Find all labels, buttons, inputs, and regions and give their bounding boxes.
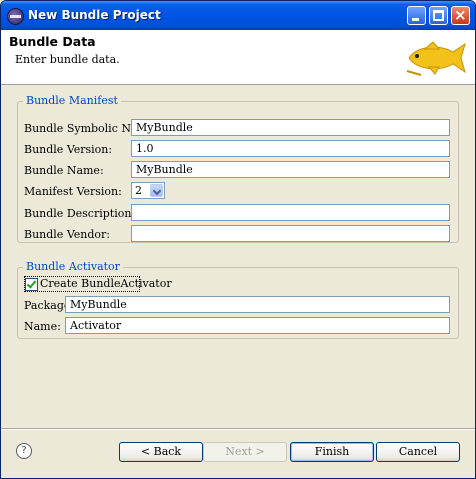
maximize-icon [433, 10, 444, 21]
next-button[interactable]: Next > [203, 442, 287, 462]
bundle-description-input[interactable] [131, 204, 450, 221]
finish-button[interactable]: Finish [290, 442, 374, 462]
create-activator-label[interactable]: Create BundleActivator [40, 277, 172, 290]
bundle-version-label: Bundle Version: [24, 143, 113, 156]
window-title: New Bundle Project [28, 8, 161, 22]
minimize-button[interactable] [407, 6, 426, 25]
close-button[interactable]: × [451, 6, 470, 25]
new-bundle-project-dialog: New Bundle Project × Bundle Data Enter b… [0, 0, 476, 479]
title-bar[interactable]: New Bundle Project × [1, 1, 475, 30]
bundle-name-input[interactable]: MyBundle [131, 161, 450, 178]
fish-icon [406, 41, 466, 76]
activator-name-label: Name: [24, 320, 61, 333]
bundle-name-label: Bundle Name: [24, 164, 104, 177]
bundle-activator-title: Bundle Activator [23, 260, 123, 273]
manifest-version-select[interactable]: 2 [131, 182, 165, 199]
chevron-down-icon[interactable] [150, 184, 163, 197]
eclipse-icon [7, 8, 24, 25]
bundle-description-label: Bundle Description: [24, 207, 136, 220]
package-input[interactable]: MyBundle [65, 296, 450, 313]
wizard-content: Bundle Manifest Bundle Symbolic Name: My… [1, 85, 475, 415]
button-bar-separator [1, 428, 475, 430]
bundle-vendor-label: Bundle Vendor: [24, 228, 110, 241]
manifest-version-value: 2 [135, 184, 142, 197]
page-description: Enter bundle data. [15, 53, 120, 66]
bundle-manifest-title: Bundle Manifest [23, 94, 121, 107]
minimize-icon [412, 18, 419, 21]
manifest-version-label: Manifest Version: [24, 185, 122, 198]
close-icon: × [454, 6, 467, 24]
page-title: Bundle Data [9, 34, 96, 49]
symbolic-name-input[interactable]: MyBundle [131, 119, 450, 136]
cancel-button[interactable]: Cancel [376, 442, 460, 462]
back-button[interactable]: < Back [119, 442, 203, 462]
activator-name-input[interactable]: Activator [65, 317, 450, 334]
wizard-banner: Bundle Data Enter bundle data. [1, 30, 475, 85]
maximize-button[interactable] [429, 6, 448, 25]
bundle-version-input[interactable]: 1.0 [131, 140, 450, 157]
bundle-vendor-input[interactable] [131, 225, 450, 242]
help-icon[interactable]: ? [16, 443, 32, 459]
